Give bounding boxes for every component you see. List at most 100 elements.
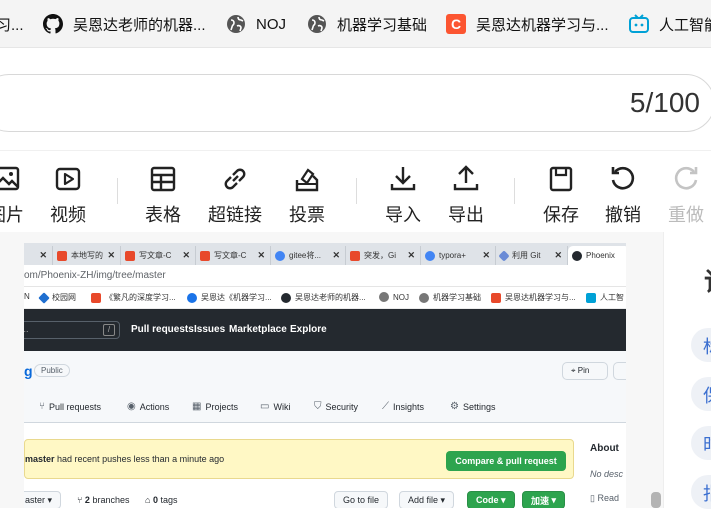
csdn-icon (125, 250, 135, 261)
globe-icon (225, 13, 247, 35)
embedded-tab: 突发，Gi ✕ (346, 246, 421, 265)
undo-button[interactable]: 撤销 (605, 163, 641, 227)
embedded-bookmarks-bar: N 校园网 《繁凡的深度学习... 吴恩达《机器学习... 吴恩达老师的机器..… (24, 287, 626, 309)
embedded-tab: 写文章-C ✕ (121, 246, 196, 265)
embedded-tab-strip: ✕ 本地写的 ✕ 写文章-C ✕ 写文章-C ✕ gitee将... ✕ 突发，Gi ✕ … (24, 243, 626, 265)
panel-option[interactable]: 时 (691, 426, 711, 460)
about-title: About (590, 443, 619, 454)
embedded-bookmark: 人工智 (586, 292, 624, 303)
bookmark-item[interactable]: 机器学习基础 (306, 12, 427, 36)
branches-link: ⑂ 2 branches (77, 495, 130, 505)
csdn-icon (91, 292, 101, 303)
scrollbar-thumb[interactable] (651, 492, 661, 508)
redo-button[interactable]: 重做 (668, 163, 704, 227)
embedded-tab: ✕ (24, 246, 53, 265)
insert-video-button[interactable]: 视频 (50, 163, 86, 227)
embedded-bookmark: 《繁凡的深度学习... (91, 292, 176, 303)
bookmark-item[interactable]: NOJ (225, 12, 286, 36)
repo-tab: ▭ Wiki (260, 401, 291, 412)
google-icon (275, 250, 285, 261)
insert-vote-button[interactable]: 投票 (289, 163, 325, 227)
embedded-tab: typora+ ✕ (421, 246, 496, 265)
title-input[interactable] (0, 74, 711, 132)
export-button[interactable]: 导出 (448, 163, 484, 227)
github-icon (572, 250, 582, 261)
undo-icon (608, 163, 638, 195)
insert-table-button[interactable]: 表格 (145, 163, 181, 227)
bookmarks-bar: 习... 吴恩达老师的机器... NOJ 机器学习基础 C 吴恩达机器学习与..… (0, 0, 711, 48)
close-icon: ✕ (482, 250, 490, 260)
embedded-bookmark: 吴恩达《机器学习... (187, 292, 272, 303)
close-icon: ✕ (332, 250, 340, 260)
upload-icon (451, 163, 481, 195)
toolbar-divider (514, 178, 515, 204)
import-button[interactable]: 导入 (385, 163, 421, 227)
repo-tab: ◉ Actions (127, 401, 170, 412)
svg-text:C: C (451, 16, 461, 32)
link-icon (220, 163, 250, 195)
embedded-bookmark: 机器学习基础 (419, 292, 481, 303)
embedded-bookmark: NOJ (379, 292, 409, 302)
download-icon (388, 163, 418, 195)
toolbar-divider (356, 178, 357, 204)
wiki-icon: ▭ (260, 401, 270, 412)
vote-icon (292, 163, 322, 195)
github-repo-header: g Public ⌖ Pin (24, 351, 626, 391)
csdn-icon (491, 292, 501, 303)
csdn-icon (200, 250, 210, 261)
insights-icon: ⟋ (382, 401, 389, 412)
embedded-bookmark: 校园网 (38, 291, 76, 304)
embedded-bookmark: N (24, 292, 30, 301)
redo-icon (671, 163, 701, 195)
csdn-icon: C (445, 13, 467, 35)
readme-link: ▯ Read (590, 493, 619, 503)
go-to-file-button: Go to file (334, 491, 389, 508)
panel-title: 词 (704, 262, 711, 299)
accelerate-button: 加速 ▾ (522, 491, 566, 508)
globe-icon (379, 292, 389, 302)
visibility-badge: Public (34, 364, 70, 377)
globe-icon (419, 292, 429, 303)
panel-option[interactable]: 标 (691, 328, 711, 362)
google-icon (425, 250, 435, 261)
branch-row: aster ▾ ⑂ 2 branches ⌂ 0 tags Go to file… (24, 489, 626, 508)
bookmark-item[interactable]: 人工智能 (628, 12, 711, 36)
insert-link-button[interactable]: 超链接 (208, 163, 262, 227)
github-nav-link: Pull requests (131, 324, 194, 335)
video-icon (53, 163, 83, 195)
embedded-bookmark: 吴恩达老师的机器... (281, 292, 366, 303)
branch-select: aster ▾ (24, 491, 62, 508)
embedded-tab: 本地写的 ✕ (53, 246, 121, 265)
bookmark-item[interactable]: C 吴恩达机器学习与... (445, 12, 609, 36)
repo-tab: ⛉ Security (314, 401, 359, 412)
embedded-bookmark: 吴恩达机器学习与... (491, 292, 576, 303)
toolbar-divider (117, 178, 118, 204)
github-repo-tabs: ⑂ Pull requests ◉ Actions ▦ Projects ▭ Wiki … (24, 391, 626, 423)
github-nav-link: Explore (290, 324, 327, 335)
bookmark-item[interactable]: 习... (0, 12, 24, 36)
code-button: Code ▾ (467, 491, 515, 508)
panel-option[interactable]: 保 (691, 377, 711, 411)
close-icon: ✕ (554, 250, 562, 260)
bilibili-icon (628, 13, 650, 35)
security-icon: ⛉ (314, 401, 322, 412)
bookmark-icon (187, 292, 197, 303)
globe-icon (306, 13, 328, 35)
embedded-url-bar: om/Phoenix-ZH/img/tree/master (24, 265, 626, 287)
insert-image-button[interactable]: 图片 (0, 163, 24, 227)
compare-pull-request-button: Compare & pull request (446, 451, 566, 471)
embedded-screenshot[interactable]: ✕ 本地写的 ✕ 写文章-C ✕ 写文章-C ✕ gitee将... ✕ 突发，Gi ✕ … (24, 243, 626, 508)
github-search: .../ (24, 321, 120, 339)
repo-tab: ⚙ Settings (450, 401, 496, 412)
repo-tab: ⑂ Pull requests (39, 401, 102, 412)
embedded-tab: 写文章-C ✕ (196, 246, 271, 265)
repo-name: g (24, 363, 33, 379)
bookmark-item[interactable]: 吴恩达老师的机器... (42, 12, 206, 36)
save-button[interactable]: 保存 (543, 163, 579, 227)
panel-option[interactable]: 指 (691, 475, 711, 509)
settings-icon: ⚙ (450, 401, 459, 412)
recent-push-banner: master had recent pushes less than a min… (24, 439, 574, 479)
csdn-icon (57, 250, 67, 261)
actions-icon: ◉ (127, 401, 136, 412)
watch-button (613, 362, 626, 380)
